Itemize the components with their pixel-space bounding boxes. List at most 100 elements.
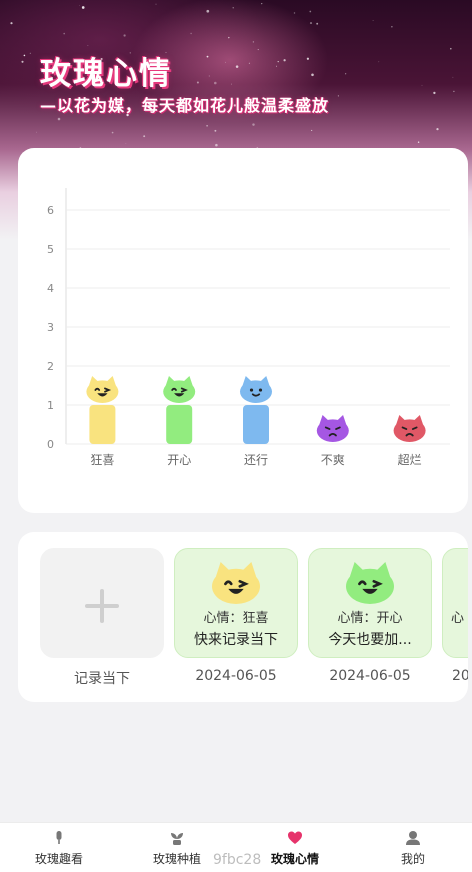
star-dot — [214, 81, 217, 85]
entry-text: 今天也要加... — [328, 632, 412, 648]
star-dot — [309, 10, 312, 13]
happy-face-icon — [346, 562, 394, 604]
y-tick-label: 2 — [47, 360, 54, 373]
bar — [166, 405, 193, 444]
star-dot — [235, 65, 239, 68]
mood-entry-card[interactable]: 心 20 — [442, 548, 468, 684]
x-tick-label: 狂喜 — [90, 453, 114, 467]
star-dot — [433, 91, 436, 95]
y-tick-label: 4 — [47, 282, 54, 295]
star-dot — [257, 49, 259, 51]
y-tick-label: 1 — [47, 399, 54, 412]
entry-mood-label: 心情：开心 — [337, 611, 403, 626]
face-body — [316, 419, 349, 442]
mood-entry-box[interactable]: 心情：狂喜 快来记录当下 — [174, 548, 298, 658]
x-tick-label: 开心 — [167, 453, 191, 467]
star-dot — [214, 129, 217, 132]
face-body — [212, 568, 260, 604]
face-body — [393, 419, 426, 442]
bar — [89, 405, 116, 444]
star-dot — [143, 135, 146, 138]
star-dot — [261, 2, 263, 5]
star-dot — [123, 34, 126, 37]
star-dot — [450, 47, 452, 50]
star-dot — [228, 36, 230, 39]
y-tick-label: 3 — [47, 321, 54, 334]
star-dot — [81, 6, 85, 9]
star-dot — [225, 61, 226, 63]
bar — [243, 405, 269, 444]
star-dot — [206, 9, 210, 13]
star-dot — [232, 7, 234, 9]
mood-entry-box[interactable]: 心 — [442, 548, 468, 658]
add-record-button[interactable] — [40, 548, 164, 658]
star-dot — [10, 22, 13, 25]
star-dot — [452, 76, 454, 78]
x-tick-label: 不爽 — [321, 453, 345, 467]
add-record-entry[interactable]: 记录当下 — [40, 548, 164, 688]
star-dot — [421, 84, 423, 86]
face-body — [86, 380, 119, 403]
star-dot — [79, 5, 80, 6]
tab-label: 我的 — [400, 852, 425, 866]
star-dot — [208, 75, 210, 77]
heart-icon — [288, 831, 302, 844]
mood-entry-card[interactable]: 心情：开心 今天也要加... 2024-06-05 — [308, 548, 432, 684]
y-tick-label: 6 — [47, 204, 54, 217]
mood-entries-card: 记录当下 心情：狂喜 快来记录当下 2024-06-05 心情：开心 今天也要加… — [18, 532, 468, 702]
entry-date: 2024-06-05 — [195, 668, 277, 684]
entry-date: 20 — [452, 668, 468, 684]
star-dot — [337, 95, 339, 97]
star-dot — [125, 143, 127, 144]
star-dot — [252, 41, 255, 43]
star-dot — [23, 54, 26, 57]
page-title: 玫瑰心情 — [40, 56, 172, 92]
mood-bar-chart: 0 1 2 3 4 5 6 狂喜 开心 还行 不爽 超烂 — [47, 188, 450, 467]
face-body — [240, 380, 272, 403]
tab-profile[interactable]: 我的 — [354, 823, 472, 872]
microphone-icon — [56, 831, 62, 844]
add-record-label: 记录当下 — [74, 671, 130, 687]
star-dot — [309, 22, 313, 25]
face-body — [163, 380, 196, 403]
ecstatic-face-icon — [212, 562, 260, 604]
star-dot — [372, 20, 374, 21]
star-dot — [293, 12, 296, 14]
mood-entry-card[interactable]: 心情：狂喜 快来记录当下 2024-06-05 — [174, 548, 298, 684]
star-dot — [111, 131, 114, 134]
star-dot — [87, 45, 89, 46]
user-icon — [406, 831, 420, 845]
star-dot — [57, 117, 61, 121]
tab-rose-browse[interactable]: 玫瑰趣看 — [0, 823, 118, 872]
entry-date: 2024-06-05 — [329, 668, 411, 684]
face-body — [346, 568, 394, 604]
star-dot — [231, 83, 232, 85]
watermark-text: 9fbc28 — [213, 852, 262, 868]
plus-icon — [85, 589, 119, 623]
ecstatic-face-icon — [86, 376, 119, 403]
star-dot — [276, 65, 277, 67]
star-dot — [206, 55, 209, 58]
x-tick-label: 还行 — [244, 453, 268, 467]
star-dot — [29, 52, 31, 54]
star-dot — [206, 125, 208, 127]
tab-label: 玫瑰趣看 — [34, 852, 83, 866]
star-dot — [196, 81, 199, 84]
page-subtitle: —以花为媒，每天都如花儿般温柔盛放 — [40, 96, 330, 115]
annoyed-face-icon — [316, 415, 349, 442]
star-dot — [21, 60, 24, 63]
star-dot — [391, 26, 393, 28]
mood-entry-box[interactable]: 心情：开心 今天也要加... — [308, 548, 432, 658]
star-dot — [436, 127, 439, 131]
star-dot — [248, 62, 250, 64]
okay-face-icon — [240, 376, 272, 403]
star-dot — [252, 123, 255, 126]
star-dot — [311, 129, 313, 131]
star-dot — [63, 32, 65, 35]
x-tick-label: 超烂 — [398, 452, 422, 467]
star-dot — [345, 73, 347, 75]
face-eye — [258, 388, 263, 392]
happy-face-icon — [163, 376, 196, 403]
star-dot — [36, 131, 37, 133]
star-dot — [215, 143, 218, 147]
